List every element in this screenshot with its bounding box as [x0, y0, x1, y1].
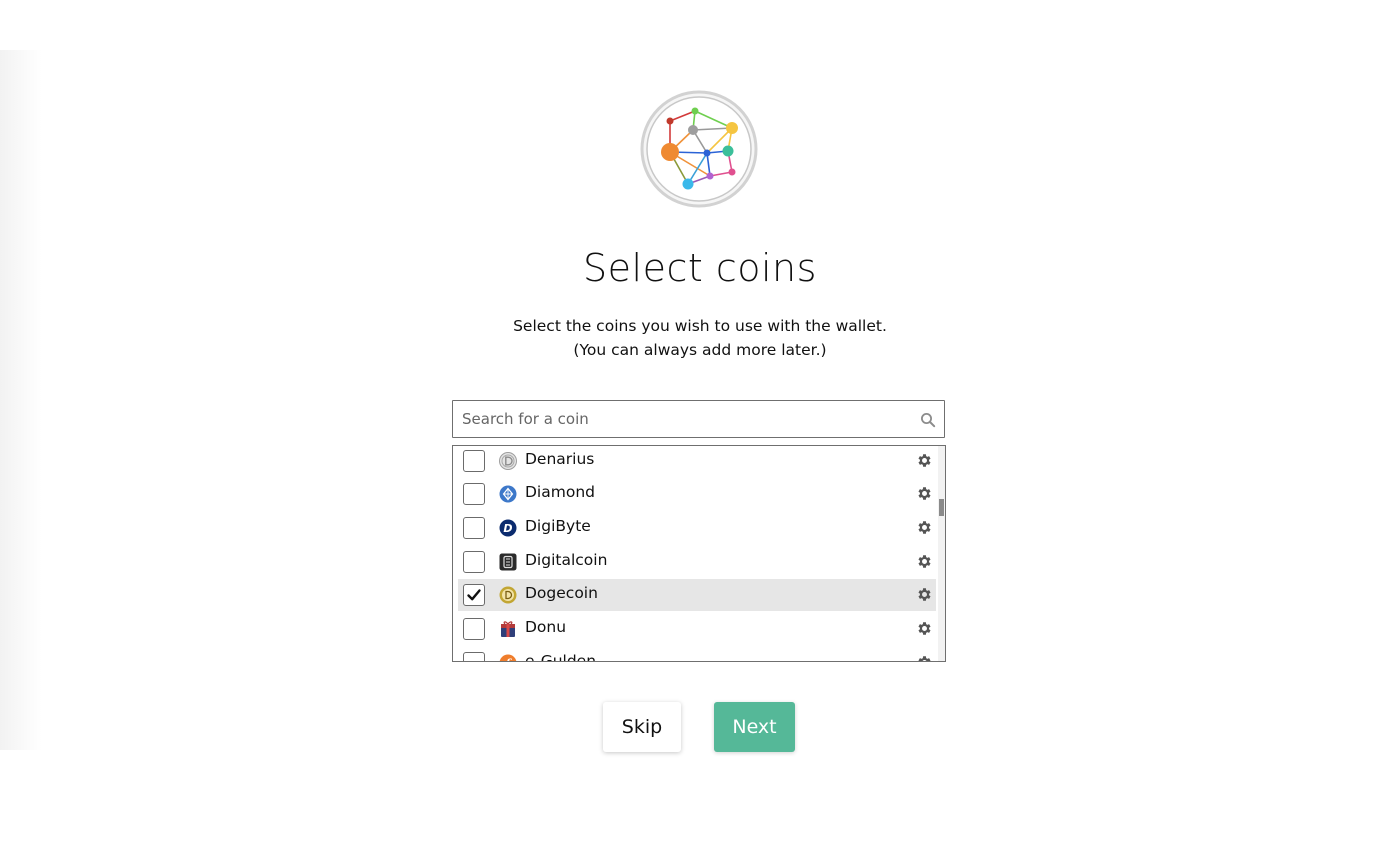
digitalcoin-coin-icon [499, 553, 517, 571]
skip-button[interactable]: Skip [603, 702, 681, 752]
gear-icon[interactable] [916, 620, 933, 637]
coin-checkbox-digibyte[interactable] [463, 517, 485, 539]
coin-name-digibyte: DigiByte [525, 517, 591, 535]
donu-coin-icon [499, 620, 517, 638]
app-logo [640, 90, 758, 208]
coin-checkbox-denarius[interactable] [463, 450, 485, 472]
egulden-coin-icon: f [499, 654, 517, 661]
coin-name-dogecoin: Dogecoin [525, 584, 598, 602]
next-button[interactable]: Next [714, 702, 795, 752]
digibyte-coin-icon: D [499, 519, 517, 537]
svg-text:D: D [503, 522, 512, 535]
coin-row-dogecoin[interactable]: Dogecoin [458, 579, 936, 611]
subtitle-line-1: Select the coins you wish to use with th… [513, 317, 887, 335]
coin-list[interactable]: Denarius Diamond D DigiByte Digitalcoin … [452, 445, 946, 662]
gear-icon[interactable] [916, 654, 933, 661]
coin-row-denarius[interactable]: Denarius [458, 446, 936, 477]
coin-search-input[interactable] [453, 401, 902, 437]
coin-name-donu: Donu [525, 618, 567, 636]
subtitle-line-2: (You can always add more later.) [573, 341, 827, 359]
coin-row-egulden[interactable]: f e-Gulden [458, 647, 936, 662]
gear-icon[interactable] [916, 485, 933, 502]
window-edge-shadow [0, 50, 42, 750]
page-subtitle: Select the coins you wish to use with th… [0, 314, 1400, 362]
coin-checkbox-diamond[interactable] [463, 483, 485, 505]
search-icon[interactable] [920, 412, 936, 428]
coin-row-digitalcoin[interactable]: Digitalcoin [458, 546, 936, 578]
coin-name-denarius: Denarius [525, 450, 595, 468]
coin-row-diamond[interactable]: Diamond [458, 478, 936, 510]
checkmark-icon [467, 589, 481, 601]
coin-search-box [452, 400, 945, 438]
gear-icon[interactable] [916, 586, 933, 603]
gear-icon[interactable] [916, 519, 933, 536]
coin-checkbox-donu[interactable] [463, 618, 485, 640]
coin-name-diamond: Diamond [525, 483, 595, 501]
diamond-coin-icon [499, 485, 517, 503]
coin-name-digitalcoin: Digitalcoin [525, 551, 608, 569]
coin-checkbox-dogecoin[interactable] [463, 584, 485, 606]
coin-row-digibyte[interactable]: D DigiByte [458, 512, 936, 544]
gear-icon[interactable] [916, 553, 933, 570]
dogecoin-coin-icon [499, 586, 517, 604]
coin-row-donu[interactable]: Donu [458, 613, 936, 645]
coin-name-egulden: e-Gulden [525, 652, 597, 662]
scrollbar-thumb[interactable] [939, 499, 944, 516]
gear-icon[interactable] [916, 452, 933, 469]
coin-checkbox-egulden[interactable] [463, 652, 485, 661]
page-title: Select coins [583, 246, 817, 290]
coin-list-scrollbar[interactable] [938, 446, 945, 661]
denarius-coin-icon [499, 452, 517, 470]
coin-checkbox-digitalcoin[interactable] [463, 551, 485, 573]
